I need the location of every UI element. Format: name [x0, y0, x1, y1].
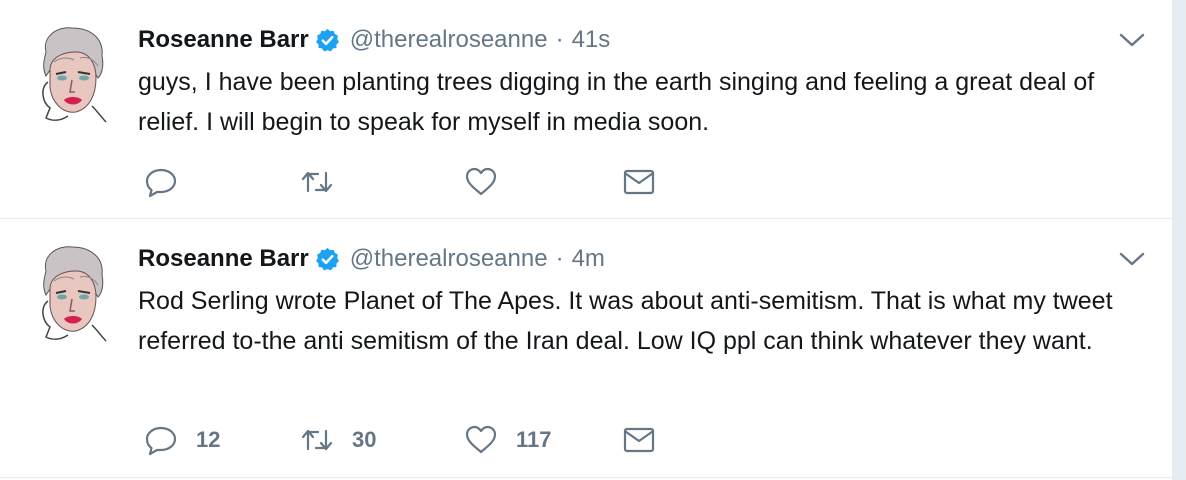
tweet-text: guys, I have been planting trees digging…	[138, 68, 1095, 136]
direct-message-button[interactable]	[622, 166, 656, 198]
direct-message-button[interactable]	[622, 424, 656, 456]
envelope-icon	[623, 169, 655, 195]
like-count: 117	[516, 427, 552, 452]
display-name[interactable]: Roseanne Barr	[138, 26, 309, 54]
tweet-text: Rod Serling wrote Planet of The Apes. It…	[138, 287, 1113, 355]
avatar[interactable]	[32, 241, 112, 343]
reply-icon	[145, 426, 177, 456]
user-handle[interactable]: @therealroseanne	[350, 245, 548, 273]
separator-dot: ·	[555, 26, 564, 53]
avatar[interactable]	[32, 22, 112, 124]
reply-icon	[145, 168, 177, 198]
user-handle[interactable]: @therealroseanne	[350, 26, 548, 54]
tweet[interactable]: Roseanne Barr @therealroseanne · 41s guy…	[0, 0, 1172, 219]
tweet[interactable]: Roseanne Barr @therealroseanne · 4m Rod …	[0, 219, 1172, 478]
retweet-button[interactable]: 30	[300, 424, 376, 456]
display-name[interactable]: Roseanne Barr	[138, 245, 309, 273]
like-button[interactable]: 117	[464, 424, 552, 456]
reply-button[interactable]	[144, 166, 196, 198]
retweet-icon	[301, 171, 333, 193]
reply-count: 12	[196, 427, 221, 452]
heart-icon	[465, 425, 497, 454]
tweet-header: Roseanne Barr @therealroseanne · 4m	[138, 243, 605, 275]
tweet-feed: Roseanne Barr @therealroseanne · 41s guy…	[0, 0, 1172, 480]
timestamp[interactable]: 4m	[572, 245, 605, 273]
retweet-icon	[301, 429, 333, 451]
separator-dot: ·	[555, 245, 564, 272]
tweet-header: Roseanne Barr @therealroseanne · 41s	[138, 24, 610, 56]
retweet-count: 30	[352, 427, 377, 452]
verified-badge-icon	[315, 28, 339, 51]
verified-badge-icon	[315, 247, 339, 270]
feed-border	[1172, 0, 1186, 480]
like-button[interactable]	[464, 166, 516, 198]
heart-icon	[465, 167, 497, 196]
retweet-button[interactable]	[300, 166, 352, 198]
timestamp[interactable]: 41s	[572, 26, 611, 54]
reply-button[interactable]: 12	[144, 424, 220, 456]
envelope-icon	[623, 427, 655, 453]
chevron-down-icon[interactable]	[1118, 30, 1146, 50]
chevron-down-icon[interactable]	[1118, 249, 1146, 269]
